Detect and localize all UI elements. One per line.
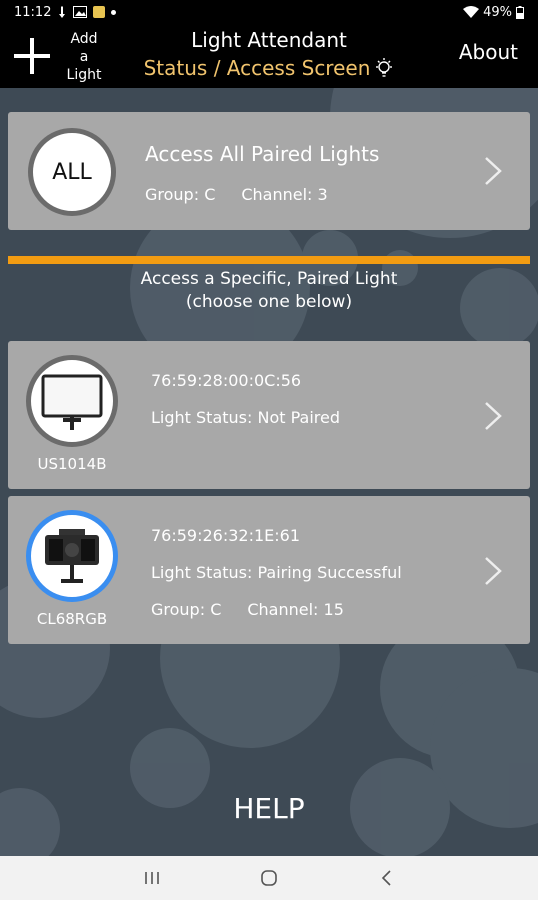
notification-icon bbox=[59, 6, 66, 18]
light-mac-address: 76:59:28:00:0C:56 bbox=[151, 371, 302, 390]
access-all-meta: Group: C Channel: 3 bbox=[145, 185, 328, 204]
all-lights-badge: ALL bbox=[28, 128, 116, 216]
system-nav-bar bbox=[0, 856, 538, 900]
light-mac-address: 76:59:26:32:1E:61 bbox=[151, 526, 301, 545]
channel-label: Channel: 15 bbox=[247, 600, 344, 619]
section-heading: Access a Specific, Paired Light (choose … bbox=[0, 268, 538, 314]
clock: 11:12 bbox=[14, 4, 52, 20]
chevron-right-icon bbox=[485, 157, 502, 185]
home-icon[interactable] bbox=[249, 866, 289, 890]
battery-percent: 49% bbox=[483, 4, 512, 20]
light-card[interactable]: CL68RGB 76:59:26:32:1E:61 Light Status: … bbox=[8, 496, 530, 644]
back-icon[interactable] bbox=[367, 866, 407, 890]
plus-icon bbox=[14, 38, 50, 74]
battery-icon bbox=[516, 5, 524, 19]
rgb-panel-light-icon bbox=[45, 529, 99, 583]
section-heading-hint: (choose one below) bbox=[185, 292, 353, 312]
group-label: Group: C bbox=[145, 185, 216, 204]
app-bar: Add a Light Light Attendant Status / Acc… bbox=[0, 24, 538, 88]
chevron-right-icon bbox=[485, 557, 502, 585]
section-heading-line: Access a Specific, Paired Light bbox=[140, 269, 398, 289]
light-meta: Group: C Channel: 15 bbox=[151, 600, 344, 619]
light-status: Light Status: Not Paired bbox=[151, 408, 340, 427]
screen-subtitle: Status / Access Screen bbox=[130, 54, 408, 82]
screen-subtitle-text: Status / Access Screen bbox=[143, 56, 371, 80]
access-all-card[interactable]: ALL Access All Paired Lights Group: C Ch… bbox=[8, 112, 530, 230]
light-model: US1014B bbox=[37, 455, 107, 473]
lightbulb-icon bbox=[376, 58, 393, 77]
add-light-label: Add a Light bbox=[62, 30, 106, 84]
section-divider bbox=[8, 256, 530, 264]
light-status: Light Status: Pairing Successful bbox=[151, 563, 402, 582]
panel-light-icon bbox=[41, 374, 103, 430]
help-button[interactable]: HELP bbox=[0, 792, 538, 825]
channel-label: Channel: 3 bbox=[241, 185, 328, 204]
status-bar: 11:12 49% bbox=[0, 0, 538, 24]
app-title: Light Attendant bbox=[191, 28, 347, 52]
dot-icon bbox=[111, 9, 117, 15]
recents-icon[interactable] bbox=[132, 866, 172, 890]
content-area: ALL Access All Paired Lights Group: C Ch… bbox=[0, 88, 538, 856]
gallery-icon bbox=[73, 6, 88, 18]
light-model: CL68RGB bbox=[36, 610, 108, 628]
light-thumbnail bbox=[26, 355, 118, 447]
chevron-right-icon bbox=[485, 402, 502, 430]
about-button[interactable]: About bbox=[459, 40, 518, 64]
group-label: Group: C bbox=[151, 600, 222, 619]
wifi-icon bbox=[463, 6, 480, 18]
add-light-button[interactable]: Add a Light bbox=[10, 30, 110, 84]
light-card[interactable]: US1014B 76:59:28:00:0C:56 Light Status: … bbox=[8, 341, 530, 489]
access-all-title: Access All Paired Lights bbox=[145, 142, 380, 166]
add-label-line: Light bbox=[66, 67, 102, 83]
app-notification-icon bbox=[93, 6, 106, 18]
add-label-line: a bbox=[79, 49, 89, 65]
add-label-line: Add bbox=[70, 31, 98, 47]
title-block: Light Attendant Status / Access Screen bbox=[130, 26, 408, 82]
light-thumbnail bbox=[26, 510, 118, 602]
